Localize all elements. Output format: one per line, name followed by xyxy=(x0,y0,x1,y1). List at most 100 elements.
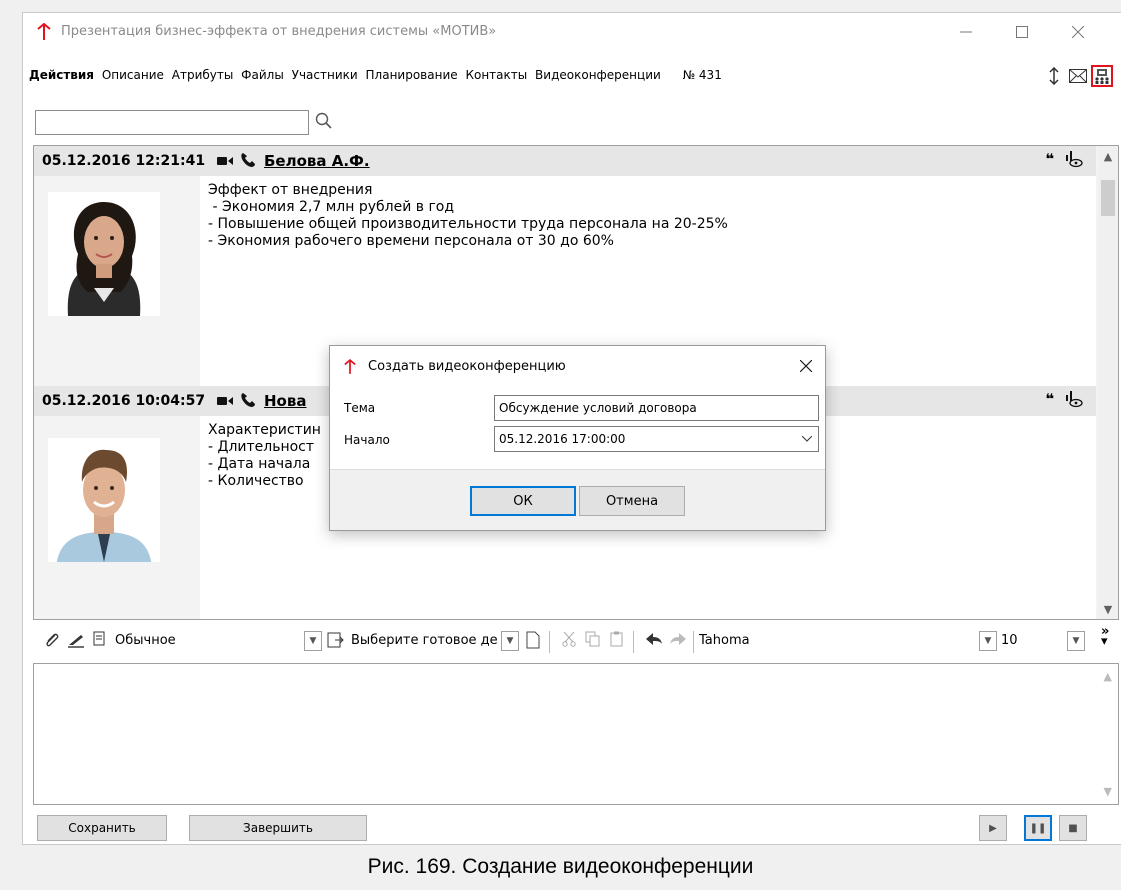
close-icon xyxy=(1072,26,1084,38)
style-dropdown-arrow[interactable]: ▼ xyxy=(304,631,322,651)
play-button[interactable]: ▶ xyxy=(979,815,1007,841)
pause-icon: ❚❚ xyxy=(1029,822,1047,834)
topic-label: Тема xyxy=(344,401,376,415)
figure-caption: Рис. 169. Создание видеоконференции xyxy=(367,855,754,878)
motiv-logo-icon xyxy=(344,359,356,374)
avatar-nova xyxy=(48,438,160,562)
entry-line: - Повышение общей производительности тру… xyxy=(208,216,728,232)
entry-actions: ❝ xyxy=(1045,390,1084,408)
start-label: Начало xyxy=(344,433,390,447)
style-select[interactable]: Обычное xyxy=(115,633,176,648)
create-videoconference-button[interactable] xyxy=(1091,65,1113,87)
finish-button[interactable]: Завершить xyxy=(189,815,367,841)
entry-datetime: 05.12.2016 10:04:57 xyxy=(42,393,206,409)
size-dropdown-arrow[interactable]: ▼ xyxy=(1067,631,1085,651)
dialog-button-bar: ОК Отмена xyxy=(330,470,825,530)
search-input[interactable] xyxy=(35,110,309,135)
font-select[interactable]: Tahoma xyxy=(699,633,750,648)
woman-photo xyxy=(48,192,160,316)
stop-button[interactable]: ■ xyxy=(1059,815,1087,841)
tab-participants[interactable]: Участники xyxy=(292,68,358,82)
chevron-down-icon[interactable] xyxy=(802,436,812,442)
entry-author-link[interactable]: Нова xyxy=(264,392,306,410)
font-dropdown-arrow[interactable]: ▼ xyxy=(979,631,997,651)
toolbar-divider xyxy=(693,631,694,653)
quote-icon[interactable]: ❝ xyxy=(1045,150,1054,168)
read-status-icon[interactable] xyxy=(1064,150,1084,168)
phone-icon xyxy=(241,393,255,407)
tab-files[interactable]: Файлы xyxy=(241,68,284,82)
scroll-down-icon[interactable]: ▼ xyxy=(1098,599,1118,619)
sort-button[interactable] xyxy=(1043,65,1065,87)
quote-icon[interactable]: ❝ xyxy=(1045,390,1054,408)
cancel-button[interactable]: Отмена xyxy=(579,486,685,516)
save-button[interactable]: Сохранить xyxy=(37,815,167,841)
entry-actions: ❝ xyxy=(1045,150,1084,168)
close-icon xyxy=(800,360,812,372)
template-icon[interactable] xyxy=(91,631,109,649)
tab-videoconferences[interactable]: Видеоконференции xyxy=(535,68,661,82)
template-dropdown-arrow[interactable]: ▼ xyxy=(501,631,519,651)
font-size-select[interactable]: 10 xyxy=(1001,633,1018,648)
start-datetime-field[interactable]: 05.12.2016 17:00:00 xyxy=(494,426,819,452)
undo-icon[interactable] xyxy=(645,631,663,647)
video-camera-icon xyxy=(217,397,233,405)
search-icon xyxy=(315,112,332,129)
toolbar-divider xyxy=(549,631,550,653)
dialog-title-bar: Создать видеоконференцию xyxy=(330,346,825,386)
video-camera-icon xyxy=(217,157,233,165)
phone-icon xyxy=(241,153,255,167)
videoconference-icon xyxy=(1095,69,1109,84)
pause-button[interactable]: ❚❚ xyxy=(1024,815,1052,841)
scroll-up-icon[interactable]: ▲ xyxy=(1098,146,1118,166)
dialog-title: Создать видеоконференцию xyxy=(368,359,566,374)
feed-scrollbar[interactable]: ▲ ▼ xyxy=(1098,146,1118,619)
tab-attributes[interactable]: Атрибуты xyxy=(172,68,234,82)
mail-icon xyxy=(1069,69,1087,83)
tab-list: Действия Описание Атрибуты Файлы Участни… xyxy=(29,68,726,82)
scroll-thumb[interactable] xyxy=(1101,180,1115,216)
man-photo xyxy=(48,438,160,562)
message-editor[interactable]: ▲ ▼ xyxy=(33,663,1119,805)
cut-icon[interactable] xyxy=(561,631,577,647)
mail-button[interactable] xyxy=(1067,65,1089,87)
paste-icon[interactable] xyxy=(609,631,625,647)
start-datetime-value: 05.12.2016 17:00:00 xyxy=(499,432,626,446)
entry-line: - Экономия рабочего времени персонала от… xyxy=(208,233,614,249)
new-document-icon[interactable] xyxy=(525,631,541,649)
signature-icon[interactable] xyxy=(67,631,85,649)
window-title: Презентация бизнес-эффекта от внедрения … xyxy=(61,24,497,39)
copy-icon[interactable] xyxy=(585,631,601,647)
entry-header: 05.12.2016 12:21:41 Белова А.Ф. ❝ xyxy=(34,146,1096,176)
read-status-icon[interactable] xyxy=(1064,390,1084,408)
entry-line: - Экономия 2,7 млн рублей в год xyxy=(208,199,455,215)
more-tools-icon[interactable]: » ▾ xyxy=(1101,625,1109,648)
maximize-button[interactable] xyxy=(999,13,1045,51)
editor-scroll-up-icon[interactable]: ▲ xyxy=(1104,670,1112,683)
tab-contacts[interactable]: Контакты xyxy=(465,68,527,82)
tab-bar: Действия Описание Атрибуты Файлы Участни… xyxy=(23,61,1121,87)
insert-template-icon[interactable] xyxy=(327,631,345,649)
create-videoconference-dialog: Создать видеоконференцию Тема Обсуждение… xyxy=(329,345,826,531)
close-button[interactable] xyxy=(1055,13,1101,51)
topic-field[interactable]: Обсуждение условий договора xyxy=(494,395,819,421)
tab-actions[interactable]: Действия xyxy=(29,68,94,82)
motiv-logo-icon xyxy=(37,23,51,40)
ready-template-select[interactable]: Выберите готовое де xyxy=(351,633,498,648)
maximize-icon xyxy=(1016,26,1028,38)
dialog-close-button[interactable] xyxy=(795,355,817,377)
search-button[interactable] xyxy=(315,112,337,134)
stop-icon: ■ xyxy=(1068,822,1078,834)
minimize-button[interactable] xyxy=(943,13,989,51)
tab-planning[interactable]: Планирование xyxy=(366,68,458,82)
entry-line: Эффект от внедрения xyxy=(208,182,373,198)
entry-author-link[interactable]: Белова А.Ф. xyxy=(264,152,370,170)
ok-button[interactable]: ОК xyxy=(470,486,576,516)
document-number: № 431 xyxy=(682,68,722,82)
attach-icon[interactable] xyxy=(43,631,61,649)
redo-icon[interactable] xyxy=(669,631,687,647)
entry-datetime: 05.12.2016 12:21:41 xyxy=(42,153,206,169)
editor-scroll-down-icon[interactable]: ▼ xyxy=(1104,785,1112,798)
tab-description[interactable]: Описание xyxy=(102,68,164,82)
minimize-icon xyxy=(960,31,972,33)
